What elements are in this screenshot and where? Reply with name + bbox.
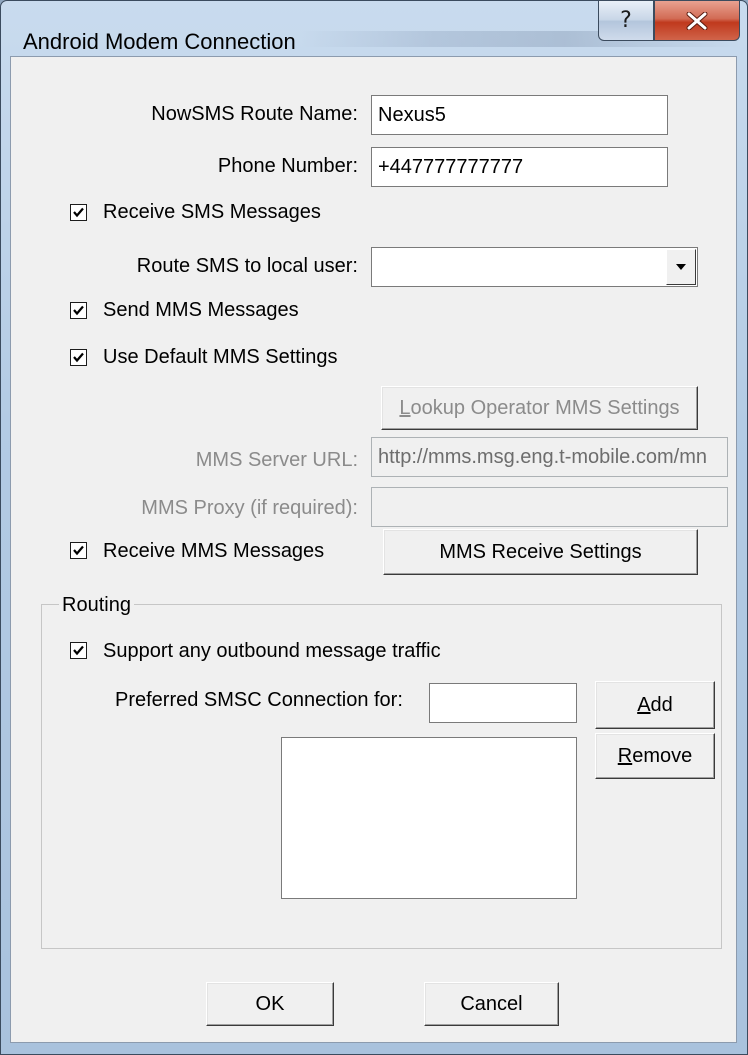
checkmark-icon [73, 352, 84, 363]
add-button[interactable]: Add [595, 681, 715, 729]
chevron-down-icon [676, 264, 686, 270]
support-outbound-label[interactable]: Support any outbound message traffic [103, 639, 441, 663]
dropdown-arrow-button[interactable] [666, 249, 696, 285]
receive-mms-checkbox[interactable] [70, 542, 87, 559]
checkmark-icon [73, 645, 84, 656]
route-sms-dropdown[interactable] [371, 247, 698, 287]
preferred-smsc-input[interactable] [429, 683, 577, 723]
mms-receive-settings-button[interactable]: MMS Receive Settings [383, 529, 698, 575]
send-mms-label[interactable]: Send MMS Messages [103, 298, 299, 322]
route-sms-label: Route SMS to local user: [136, 255, 358, 277]
mms-server-url-label: MMS Server URL: [195, 449, 358, 471]
help-button[interactable]: ? [598, 1, 654, 41]
send-mms-checkbox[interactable] [70, 302, 87, 319]
preferred-smsc-listbox[interactable] [281, 737, 577, 899]
dialog-window: Android Modem Connection ? NowSMS Route … [0, 0, 748, 1055]
default-mms-label[interactable]: Use Default MMS Settings [103, 345, 338, 369]
receive-mms-label[interactable]: Receive MMS Messages [103, 539, 324, 563]
lookup-operator-mms-button[interactable]: Lookup Operator MMS Settings [381, 386, 698, 430]
cancel-button[interactable]: Cancel [424, 982, 559, 1026]
phone-number-label: Phone Number: [217, 155, 358, 177]
close-icon [686, 11, 708, 30]
window-title: Android Modem Connection [23, 29, 296, 54]
close-button[interactable] [654, 1, 740, 41]
receive-sms-checkbox[interactable] [70, 204, 87, 221]
mms-server-url-input[interactable]: http://mms.msg.eng.t-mobile.com/mn [371, 437, 728, 477]
support-outbound-checkbox[interactable] [70, 642, 87, 659]
checkmark-icon [73, 545, 84, 556]
default-mms-checkbox[interactable] [70, 349, 87, 366]
route-name-input[interactable]: Nexus5 [371, 95, 668, 135]
mms-proxy-input[interactable] [371, 487, 728, 527]
dialog-client-area: NowSMS Route Name: Nexus5 Phone Number: … [10, 56, 737, 1043]
phone-number-input[interactable]: +447777777777 [371, 147, 668, 187]
route-name-label: NowSMS Route Name: [151, 103, 358, 125]
help-icon: ? [620, 7, 632, 33]
mms-proxy-label: MMS Proxy (if required): [141, 497, 358, 519]
ok-button[interactable]: OK [206, 982, 334, 1026]
remove-button[interactable]: Remove [595, 733, 715, 779]
checkmark-icon [73, 305, 84, 316]
receive-sms-label[interactable]: Receive SMS Messages [103, 200, 321, 224]
routing-group-label: Routing [59, 593, 134, 617]
checkmark-icon [73, 207, 84, 218]
preferred-smsc-label: Preferred SMSC Connection for: [115, 689, 403, 711]
